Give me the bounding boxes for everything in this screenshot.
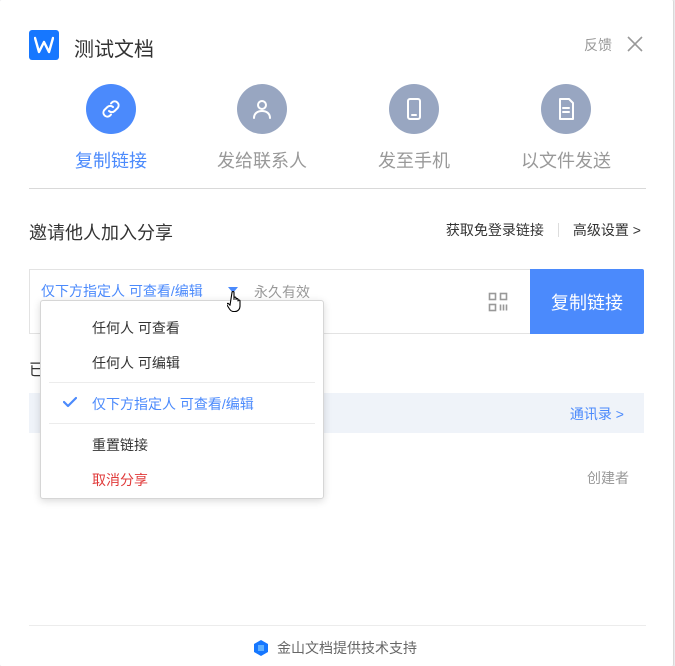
close-icon[interactable] <box>626 35 644 53</box>
link-options: 获取免登录链接 高级设置 > <box>446 220 641 240</box>
link-icon <box>86 84 136 134</box>
tab-send-file[interactable]: 以文件发送 <box>486 84 646 188</box>
qrcode-icon[interactable] <box>488 292 508 312</box>
advanced-settings-link[interactable]: 高级设置 > <box>573 222 641 238</box>
kdocs-logo-icon <box>252 639 270 660</box>
wps-logo-icon <box>29 30 59 60</box>
menu-item-label: 重置链接 <box>92 437 148 453</box>
footer: 金山文档提供技术支持 <box>252 638 417 660</box>
expiry-selector[interactable]: 永久有效 <box>254 282 310 302</box>
tab-copy-link[interactable]: 复制链接 <box>31 84 191 188</box>
permission-dropdown-menu: 任何人 可查看 任何人 可编辑 仅下方指定人 可查看/编辑 重置链接 取消分享 <box>40 300 324 499</box>
divider <box>49 382 315 383</box>
menu-item-anyone-view[interactable]: 任何人 可查看 <box>41 309 323 343</box>
invite-heading: 邀请他人加入分享 <box>29 223 173 243</box>
menu-item-reset-link[interactable]: 重置链接 <box>41 426 323 460</box>
menu-item-cancel-share[interactable]: 取消分享 <box>41 461 323 495</box>
creator-role: 创建者 <box>587 470 629 486</box>
menu-item-anyone-edit[interactable]: 任何人 可编辑 <box>41 344 323 378</box>
menu-item-label: 任何人 可查看 <box>92 320 180 336</box>
share-dialog: 测试文档 反馈 复制链接 发给联系人 发至手机 以文件发送 邀请他人加入分享 获… <box>0 0 674 666</box>
share-tabs: 复制链接 发给联系人 发至手机 以文件发送 <box>29 84 646 189</box>
hand-cursor-icon <box>226 291 243 318</box>
dialog-header: 测试文档 反馈 <box>29 30 644 62</box>
tab-label: 复制链接 <box>75 151 147 171</box>
file-icon <box>541 84 591 134</box>
document-title: 测试文档 <box>74 39 154 61</box>
tab-send-phone[interactable]: 发至手机 <box>334 84 494 188</box>
permission-selector[interactable]: 仅下方指定人 可查看/编辑 <box>41 281 203 301</box>
feedback-link[interactable]: 反馈 <box>584 35 612 55</box>
phone-icon <box>389 84 439 134</box>
divider <box>29 625 646 626</box>
divider <box>557 223 559 237</box>
menu-item-label: 取消分享 <box>92 472 148 488</box>
tab-send-contacts[interactable]: 发给联系人 <box>182 84 342 188</box>
contacts-link[interactable]: 通讯录 > <box>570 404 624 424</box>
check-icon <box>62 395 78 411</box>
user-icon <box>237 84 287 134</box>
menu-item-label: 仅下方指定人 可查看/编辑 <box>92 396 254 412</box>
footer-text: 金山文档提供技术支持 <box>277 640 417 656</box>
tab-label: 以文件发送 <box>521 151 611 171</box>
tab-label: 发给联系人 <box>217 151 307 171</box>
no-login-link-button[interactable]: 获取免登录链接 <box>446 222 544 238</box>
divider <box>49 423 315 424</box>
menu-item-specified-people[interactable]: 仅下方指定人 可查看/编辑 <box>41 385 323 419</box>
copy-link-button[interactable]: 复制链接 <box>530 269 644 334</box>
menu-item-label: 任何人 可编辑 <box>92 355 180 371</box>
tab-label: 发至手机 <box>378 151 450 171</box>
